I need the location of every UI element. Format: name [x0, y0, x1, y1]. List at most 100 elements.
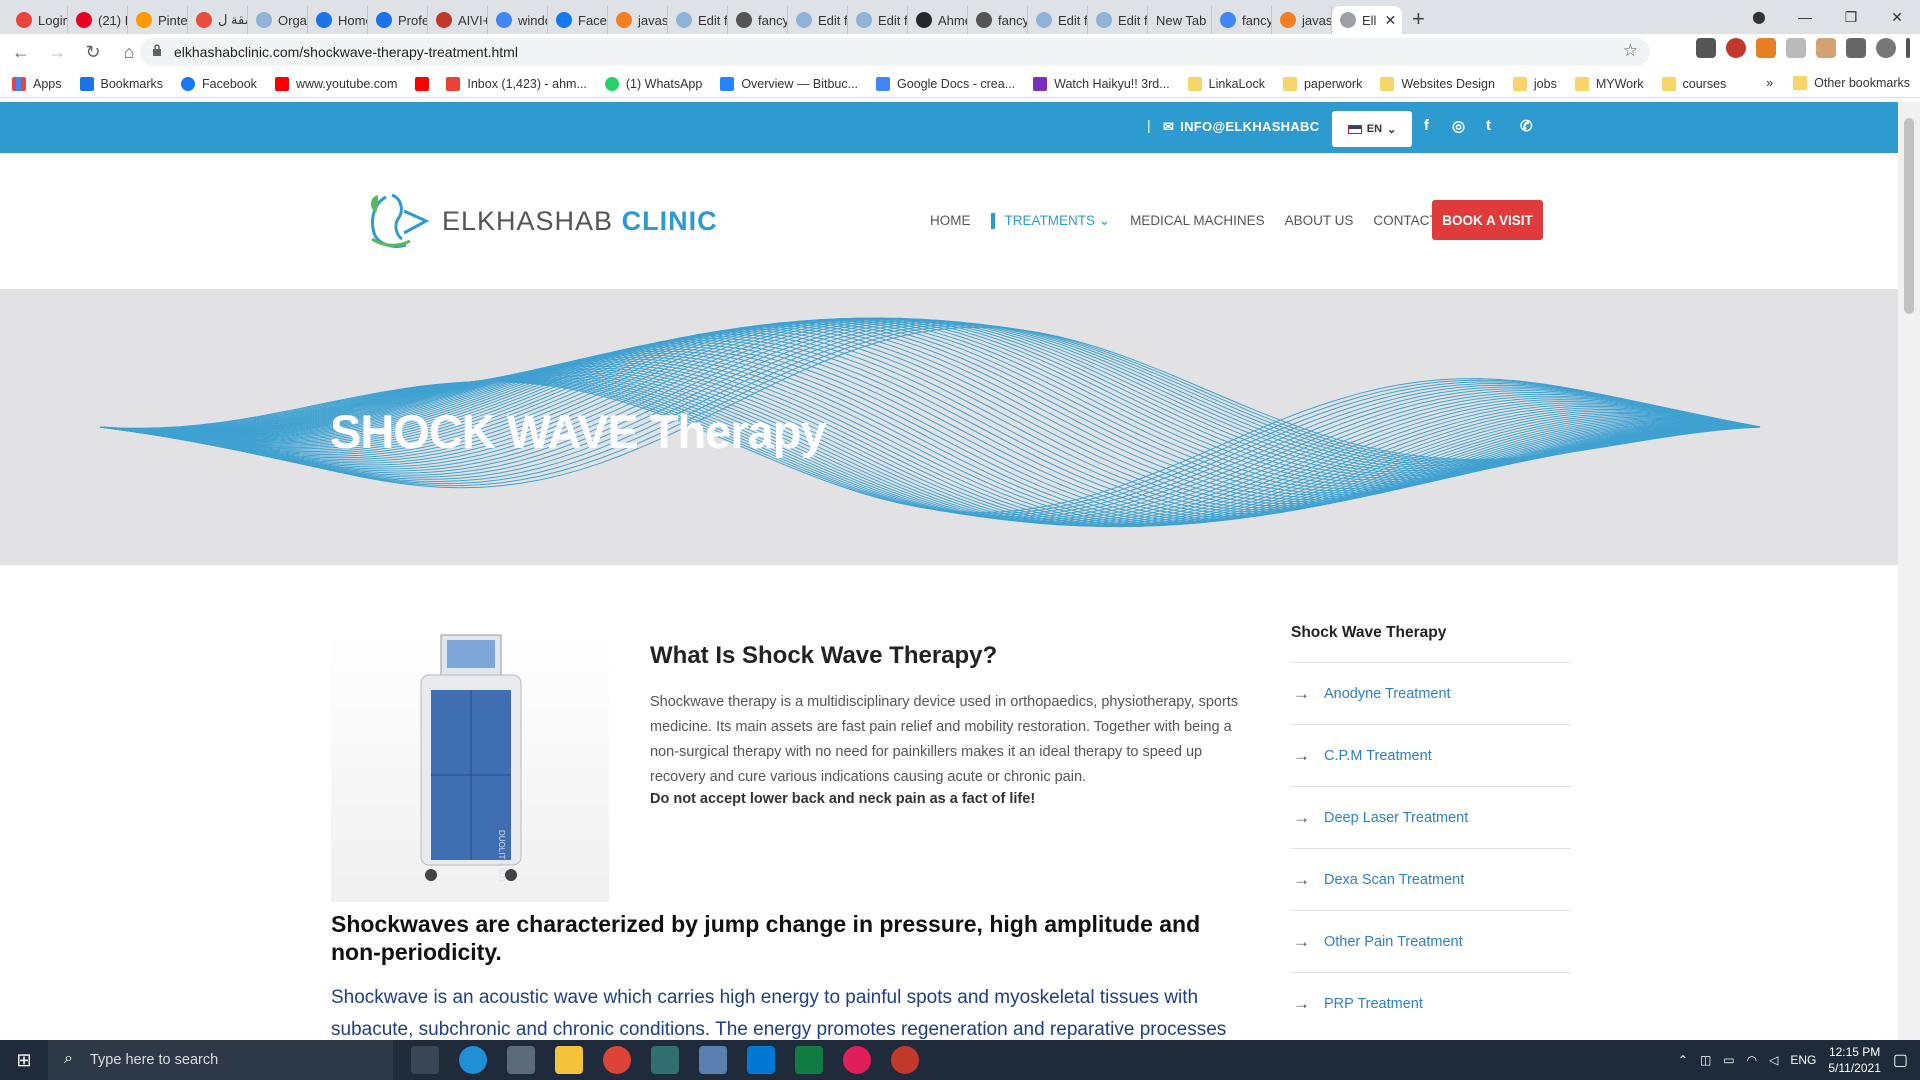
- sidebar-item-prp[interactable]: → PRP Treatment: [1291, 973, 1571, 1035]
- clinic-logo-icon[interactable]: [364, 189, 430, 251]
- minimize-icon[interactable]: —: [1782, 9, 1828, 25]
- bookmark-item[interactable]: (1) WhatsApp: [604, 76, 702, 91]
- whatsapp-icon[interactable]: ✆: [1520, 117, 1533, 135]
- browser-tab[interactable]: Edit fi: [1028, 6, 1088, 34]
- bookmark-item[interactable]: Overview — Bitbuc...: [720, 76, 858, 91]
- extension-icon[interactable]: [1756, 38, 1776, 58]
- browser-tab[interactable]: windo: [488, 6, 548, 34]
- browser-tab[interactable]: New Tab: [1148, 6, 1212, 34]
- address-bar[interactable]: elkhashabclinic.com/shockwave-therapy-tr…: [140, 38, 1650, 66]
- browser-tab[interactable]: Pinter: [128, 6, 188, 34]
- extension-icon[interactable]: [1816, 38, 1836, 58]
- nav-treatments[interactable]: TREATMENTS ⌄: [990, 213, 1110, 229]
- bookmark-folder[interactable]: paperwork: [1282, 76, 1362, 91]
- browser-tab[interactable]: fancyl: [968, 6, 1028, 34]
- back-icon[interactable]: ←: [6, 42, 36, 63]
- bookmark-apps[interactable]: Apps: [12, 76, 62, 91]
- menu-icon[interactable]: [1906, 38, 1910, 58]
- page-scrollbar[interactable]: [1898, 102, 1920, 1040]
- task-view-icon[interactable]: [411, 1046, 439, 1074]
- system-clock[interactable]: 12:15 PM 5/11/2021: [1828, 1044, 1881, 1076]
- nav-about-us[interactable]: ABOUT US: [1285, 213, 1354, 229]
- browser-tab[interactable]: Profe: [368, 6, 428, 34]
- excel-icon[interactable]: [795, 1046, 823, 1074]
- extension-icon[interactable]: [1696, 38, 1716, 58]
- forward-icon[interactable]: →: [42, 42, 72, 63]
- bookmark-item[interactable]: Google Docs - crea...: [876, 76, 1015, 91]
- wifi-icon[interactable]: ◠: [1747, 1053, 1757, 1067]
- close-tab-icon[interactable]: ✕: [1384, 12, 1396, 29]
- browser-tab[interactable]: fancyl: [1212, 6, 1272, 34]
- email-link[interactable]: ✉INFO@ELKHASHABCLINIC.COM: [1163, 119, 1319, 135]
- browser-tab[interactable]: (21) P: [68, 6, 128, 34]
- clinic-logo-text[interactable]: ELKHASHAB CLINIC: [442, 206, 718, 237]
- browser-tab-active[interactable]: Ell ✕: [1332, 6, 1402, 34]
- twitter-icon[interactable]: t: [1486, 117, 1491, 134]
- bookmark-folder[interactable]: courses: [1661, 76, 1726, 91]
- browser-tab[interactable]: Edit fi: [788, 6, 848, 34]
- nav-medical-machines[interactable]: MEDICAL MACHINES: [1130, 213, 1265, 229]
- browser-tab[interactable]: Ahme: [908, 6, 968, 34]
- nav-home[interactable]: HOME: [930, 213, 971, 229]
- more-bookmarks-icon[interactable]: »: [1766, 76, 1773, 90]
- windows-start-icon[interactable]: ⊞: [0, 1050, 48, 1071]
- browser-tab[interactable]: Faceb: [548, 6, 608, 34]
- battery-icon[interactable]: ▭: [1723, 1053, 1734, 1067]
- browser-tab[interactable]: javasc: [1272, 6, 1332, 34]
- extension-icon[interactable]: [1786, 38, 1806, 58]
- file-explorer-icon[interactable]: [555, 1046, 583, 1074]
- bookmark-item[interactable]: Watch Haikyu!! 3rd...: [1033, 76, 1170, 91]
- volume-icon[interactable]: ◁: [1769, 1053, 1778, 1067]
- slack-icon[interactable]: [843, 1046, 871, 1074]
- bookmark-item[interactable]: www.youtube.com: [274, 76, 397, 91]
- bookmark-item[interactable]: Bookmarks: [79, 76, 163, 91]
- bookmark-folder[interactable]: jobs: [1512, 76, 1557, 91]
- profile-avatar[interactable]: [1876, 38, 1896, 58]
- bookmark-folder[interactable]: MYWork: [1574, 76, 1644, 91]
- new-tab-icon[interactable]: +: [1412, 5, 1425, 33]
- browser-tab[interactable]: Home: [308, 6, 368, 34]
- puzzle-icon[interactable]: [1846, 38, 1866, 58]
- sidebar-item-anodyne[interactable]: → Anodyne Treatment: [1291, 663, 1571, 725]
- bookmark-item[interactable]: Facebook: [181, 76, 257, 91]
- bookmark-folder[interactable]: Websites Design: [1380, 76, 1495, 91]
- sidebar-item-cpm[interactable]: → C.P.M Treatment: [1291, 725, 1571, 787]
- terminal-icon[interactable]: [651, 1046, 679, 1074]
- sidebar-item-dexa-scan[interactable]: → Dexa Scan Treatment: [1291, 849, 1571, 911]
- restore-icon[interactable]: ❐: [1828, 9, 1874, 26]
- close-window-icon[interactable]: ✕: [1874, 9, 1920, 26]
- browser-tab[interactable]: Edit fi: [848, 6, 908, 34]
- sidebar-item-deep-laser[interactable]: → Deep Laser Treatment: [1291, 787, 1571, 849]
- network-icon[interactable]: ◫: [1700, 1053, 1711, 1067]
- bookmark-item[interactable]: [415, 76, 436, 91]
- tab-search-icon[interactable]: ⬤: [1736, 10, 1782, 24]
- taskbar-search[interactable]: ⌕ Type here to search: [48, 1040, 393, 1080]
- chevron-up-icon[interactable]: ⌃: [1678, 1053, 1688, 1067]
- book-visit-button[interactable]: BOOK A VISIT: [1432, 200, 1543, 240]
- scrollbar-thumb[interactable]: [1904, 118, 1914, 314]
- other-bookmarks[interactable]: Other bookmarks: [1814, 76, 1910, 90]
- browser-tab[interactable]: javasc: [608, 6, 668, 34]
- sidebar-item-other-pain[interactable]: → Other Pain Treatment: [1291, 911, 1571, 973]
- edge-icon[interactable]: [459, 1046, 487, 1074]
- bookmark-folder[interactable]: LinkaLock: [1187, 76, 1265, 91]
- vscode-icon[interactable]: [747, 1046, 775, 1074]
- bookmark-star-icon[interactable]: ☆: [1623, 41, 1638, 61]
- chrome-icon[interactable]: [603, 1046, 631, 1074]
- facebook-icon[interactable]: f: [1424, 117, 1429, 134]
- browser-tab[interactable]: Organ: [248, 6, 308, 34]
- browser-tab[interactable]: AIVI+: [428, 6, 488, 34]
- language-selector[interactable]: EN ⌄: [1332, 111, 1412, 147]
- app-icon[interactable]: [699, 1046, 727, 1074]
- browser-tab[interactable]: Edit fi: [1088, 6, 1148, 34]
- bookmark-item[interactable]: Inbox (1,423) - ahm...: [446, 76, 587, 91]
- input-language[interactable]: ENG: [1790, 1053, 1816, 1067]
- browser-tab[interactable]: Edit fi: [668, 6, 728, 34]
- browser-tab[interactable]: fancyl: [728, 6, 788, 34]
- browser-tab[interactable]: Login: [8, 6, 68, 34]
- instagram-icon[interactable]: ◎: [1452, 117, 1465, 135]
- browser-tab[interactable]: شقة ل: [188, 6, 248, 34]
- reload-icon[interactable]: ↻: [78, 42, 108, 63]
- notifications-icon[interactable]: ▢: [1893, 1050, 1908, 1070]
- store-icon[interactable]: [507, 1046, 535, 1074]
